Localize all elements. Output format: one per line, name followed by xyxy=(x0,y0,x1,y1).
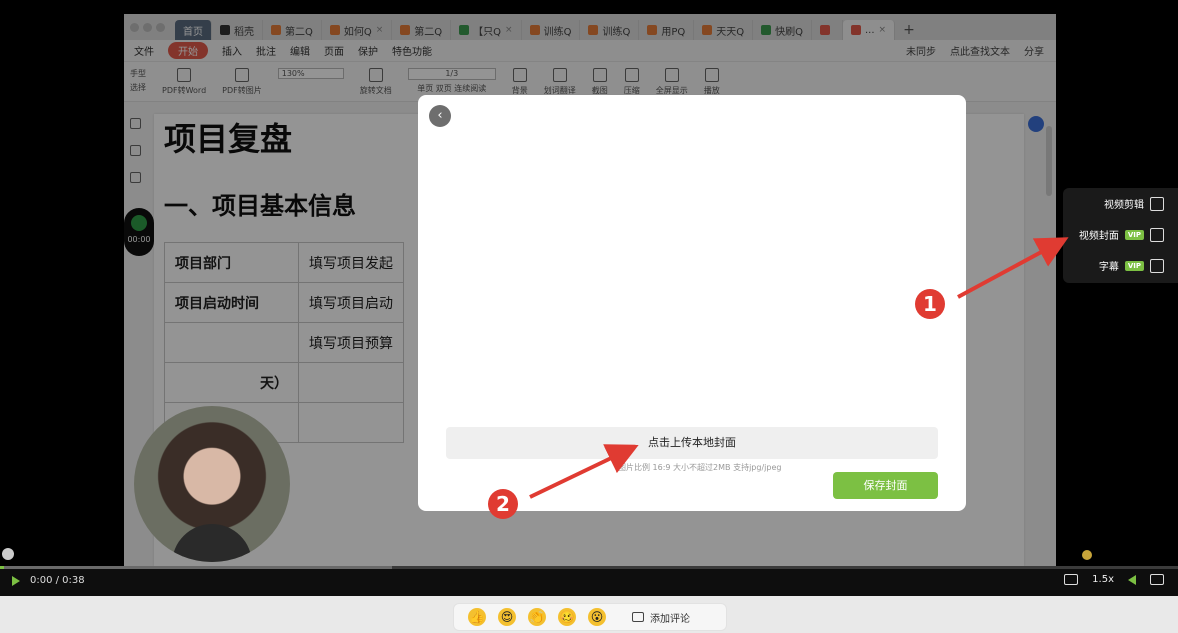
add-comment-button[interactable]: 添加评论 xyxy=(632,610,690,625)
subtitle-label: 字幕 xyxy=(1098,262,1119,273)
heart-eyes-icon[interactable]: 😍 xyxy=(498,608,516,626)
coin-icon xyxy=(1082,550,1092,560)
surprised-face-icon[interactable]: 😮 xyxy=(588,608,606,626)
image-icon xyxy=(1150,227,1164,242)
cover-upload-dialog: ‹ 点击上传本地封面 图片比例 16:9 大小不超过2MB 支持jpg/jpeg… xyxy=(418,95,966,511)
presenter-body xyxy=(172,524,252,562)
edit-side-panel: 视频剪辑 视频封面 VIP 字幕 VIP xyxy=(1063,188,1178,283)
step-badge-2: 2 xyxy=(488,489,518,519)
step-badge-1: 1 xyxy=(915,289,945,319)
clap-icon[interactable]: 👏 xyxy=(528,608,546,626)
comment-icon xyxy=(632,612,644,622)
back-icon[interactable]: ‹ xyxy=(429,105,451,127)
dizzy-face-icon[interactable]: 🥴 xyxy=(558,608,576,626)
webcam-bubble xyxy=(134,406,290,562)
reaction-bar: 👍 😍 👏 🥴 😮 添加评论 xyxy=(453,603,727,631)
subtitle-toggle-icon[interactable] xyxy=(1064,574,1079,585)
vip-badge: VIP xyxy=(1124,229,1144,240)
vip-badge: VIP xyxy=(1124,260,1144,271)
player-right-controls: 1.5x xyxy=(1064,574,1164,585)
speed-button[interactable]: 1.5x xyxy=(1092,574,1114,585)
add-comment-label: 添加评论 xyxy=(650,613,690,625)
video-edit-label: 视频剪辑 xyxy=(1104,200,1144,211)
player-control-bar: 0:00 / 0:38 1.5x xyxy=(0,566,1178,596)
avatar xyxy=(2,548,14,560)
video-edit-item[interactable]: 视频剪辑 xyxy=(1063,188,1178,219)
play-icon[interactable] xyxy=(12,576,20,586)
save-cover-button[interactable]: 保存封面 xyxy=(833,472,938,499)
thumbs-up-icon[interactable]: 👍 xyxy=(468,608,486,626)
played-bar xyxy=(0,566,4,569)
upload-cover-button[interactable]: 点击上传本地封面 xyxy=(446,427,938,459)
progress-bar[interactable] xyxy=(0,566,1178,569)
subtitle-item[interactable]: 字幕 VIP xyxy=(1063,250,1178,281)
video-cover-label: 视频封面 xyxy=(1078,231,1119,242)
volume-icon[interactable] xyxy=(1128,574,1136,585)
video-edit-icon xyxy=(1150,196,1164,211)
video-cover-item[interactable]: 视频封面 VIP xyxy=(1063,219,1178,250)
fullscreen-icon[interactable] xyxy=(1150,574,1164,585)
upload-hint: 图片比例 16:9 大小不超过2MB 支持jpg/jpeg xyxy=(618,463,782,472)
text-icon xyxy=(1150,258,1164,273)
buffered-bar xyxy=(0,566,392,569)
time-display: 0:00 / 0:38 xyxy=(30,575,85,586)
